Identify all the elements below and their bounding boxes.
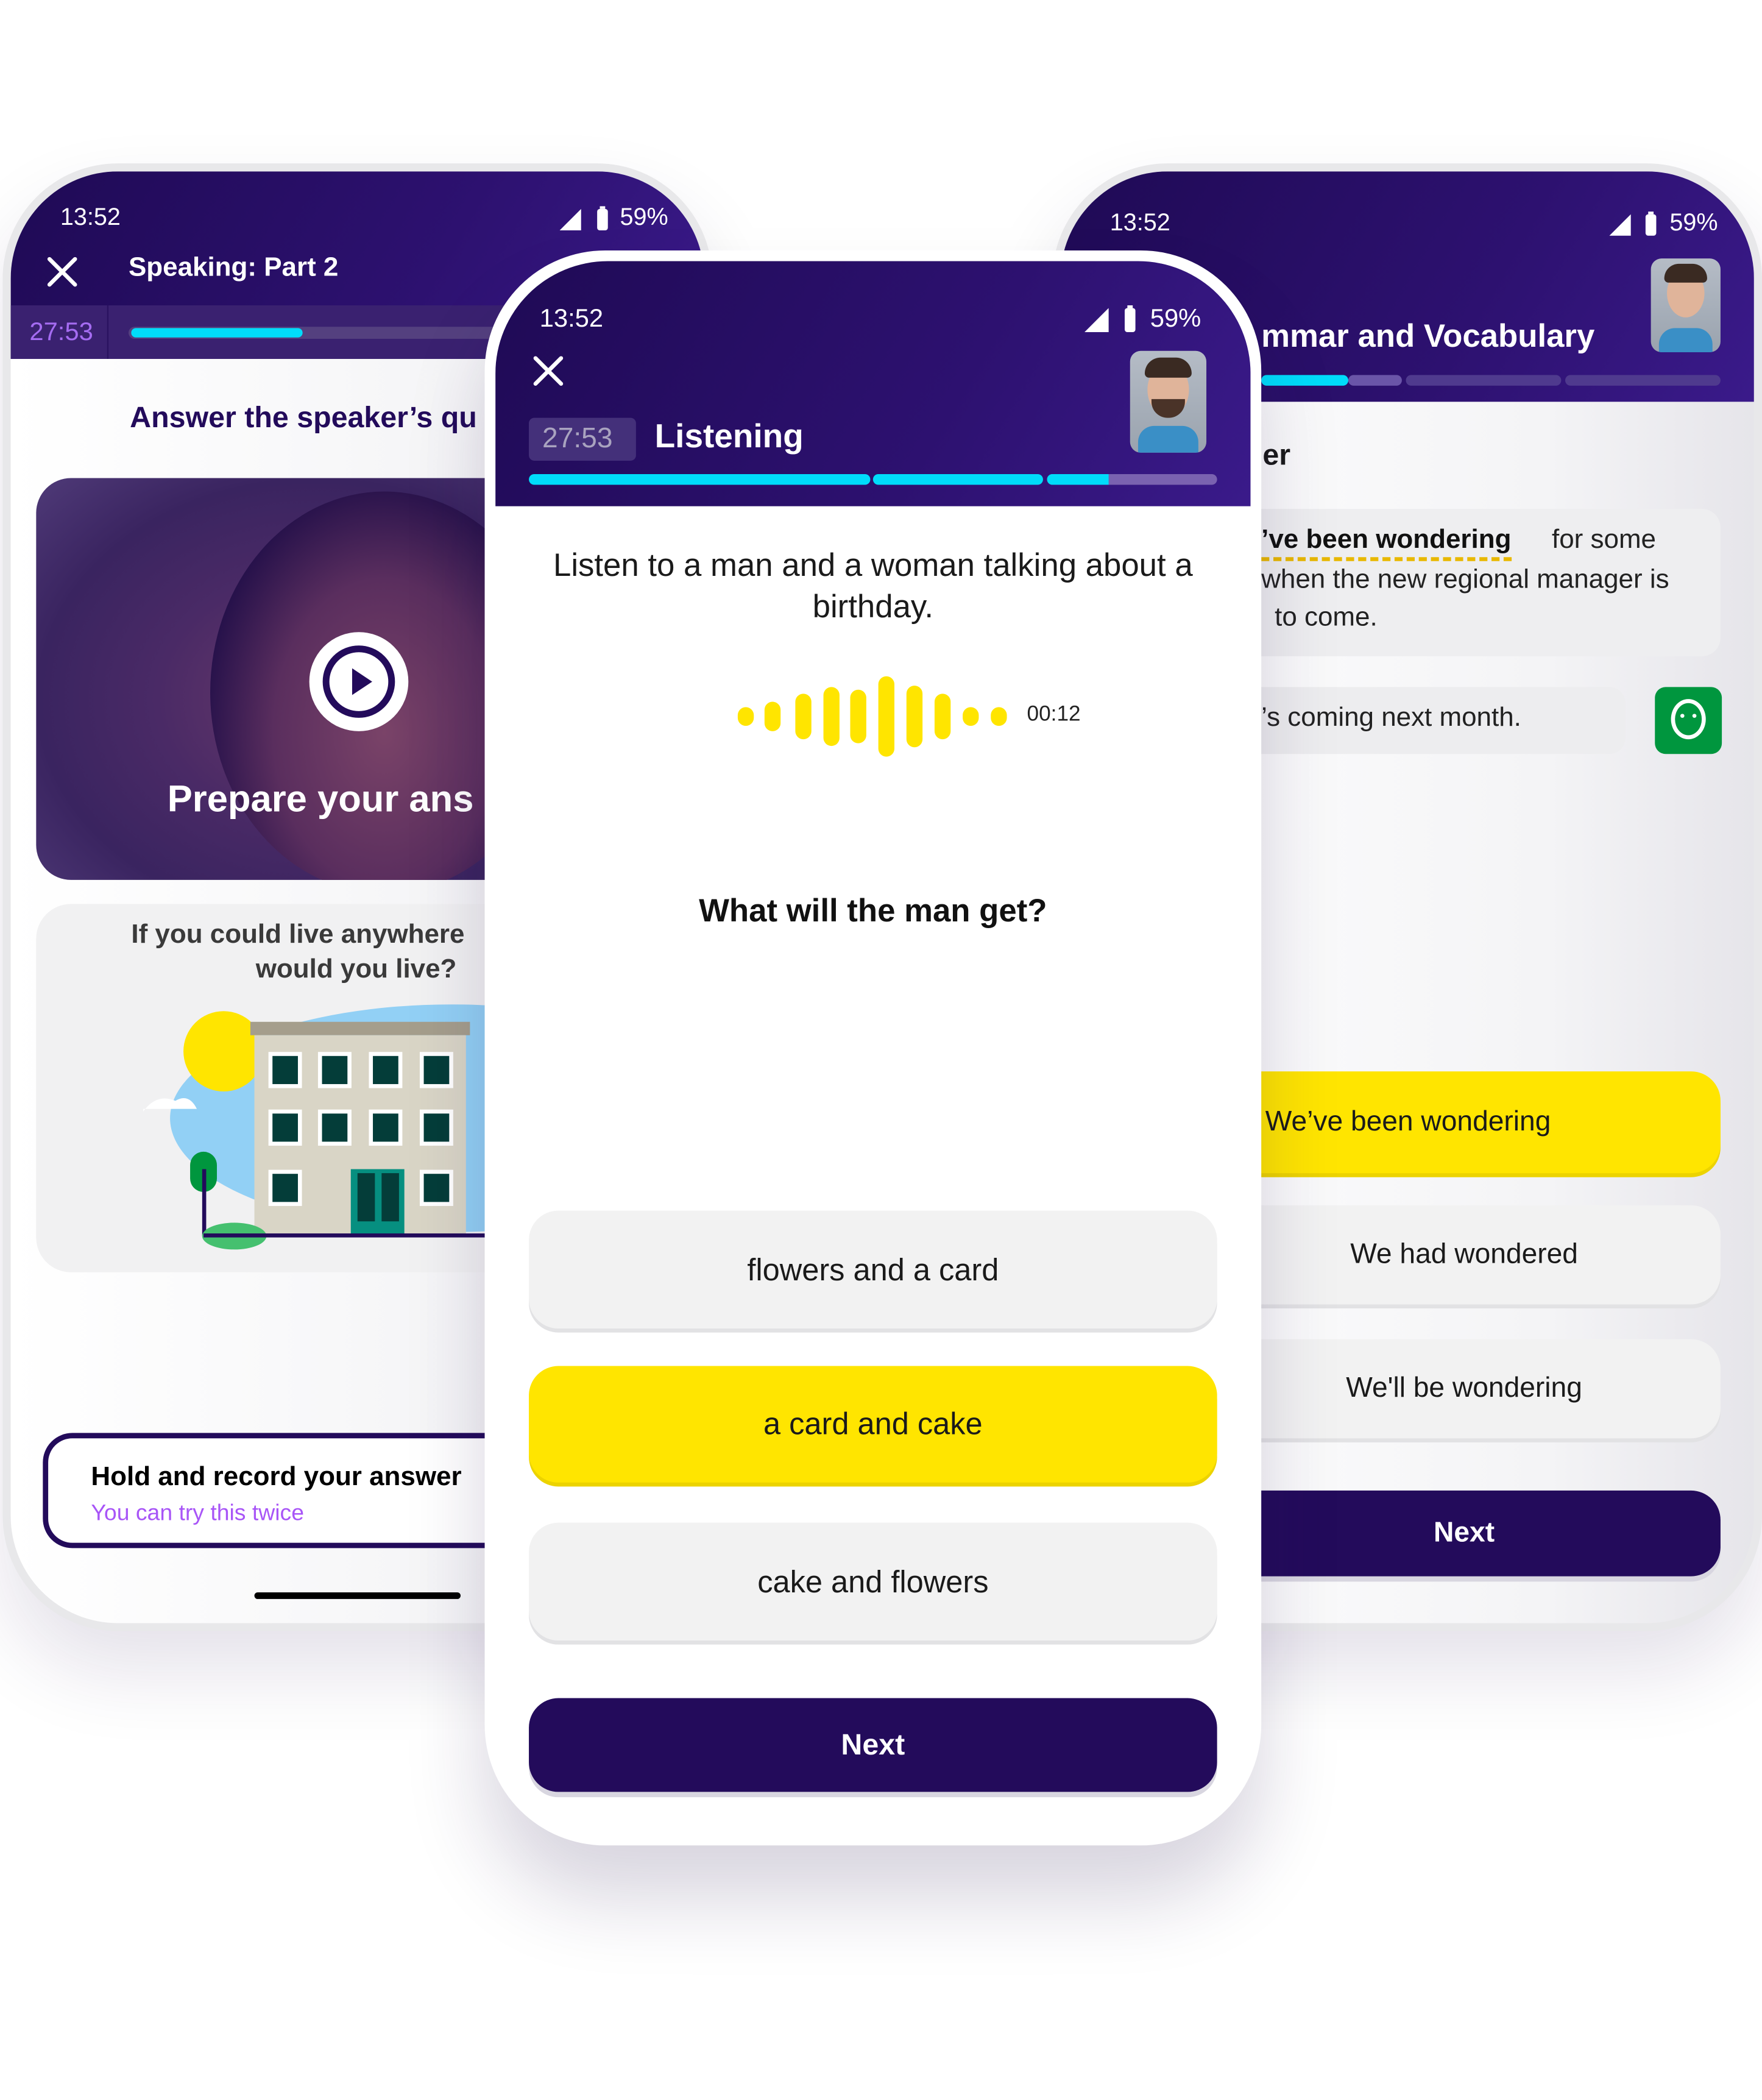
prompt-card: ’ve been wondering for some when the new… [1234, 509, 1721, 656]
progress-segment [1047, 474, 1217, 485]
question-line-1: If you could live anywhere [131, 920, 465, 950]
answer-option[interactable]: a card and cake [529, 1366, 1217, 1483]
home-indicator[interactable] [254, 1592, 461, 1599]
user-avatar-icon [1655, 687, 1722, 754]
building-illustration [143, 1004, 532, 1250]
progress-segment [872, 474, 1043, 485]
timer: 27:53 [542, 423, 613, 454]
question-line-2: would you live? [255, 954, 457, 985]
next-button[interactable]: Next [1208, 1490, 1721, 1577]
section-heading: er [1262, 438, 1291, 472]
close-icon[interactable] [533, 355, 565, 387]
page-title: Listening [654, 417, 804, 456]
reply-text: ’s coming next month. [1261, 703, 1521, 733]
battery-icon [597, 206, 608, 230]
record-title: Hold and record your answer [91, 1462, 462, 1492]
instruction: Listen to a man and a woman talking abou… [553, 547, 1193, 626]
wave-bar [934, 693, 951, 740]
listening-phone: 13:52 59% 27:53 Listening Listen to a ma… [484, 250, 1262, 1846]
reply-bubble: ’s coming next month. [1234, 687, 1626, 754]
wave-bar [878, 676, 894, 757]
close-icon[interactable] [47, 256, 79, 288]
prompt-text: when the new regional manager is [1261, 565, 1669, 595]
wave-bar [737, 707, 754, 726]
answer-option[interactable]: We’ve been wondering [1208, 1071, 1721, 1174]
video-caption: Prepare your ans [167, 778, 474, 820]
wave-bar [906, 686, 923, 748]
wave-bar [963, 707, 979, 726]
wave-bar [850, 689, 866, 743]
prompt-text: to come. [1275, 602, 1378, 633]
battery-icon [1645, 211, 1657, 236]
status-time: 13:52 [60, 204, 121, 230]
progress-segment [1406, 375, 1562, 386]
signal-icon [1084, 308, 1109, 333]
next-label: Next [1434, 1517, 1495, 1548]
wave-bar [823, 687, 840, 747]
signal-icon [1609, 214, 1631, 236]
page-title: mmar and Vocabulary [1261, 319, 1595, 355]
answer-option[interactable]: flowers and a card [529, 1210, 1217, 1329]
option-label: flowers and a card [747, 1251, 999, 1286]
wave-bar [795, 693, 812, 740]
instruction: Answer the speaker’s qu [130, 400, 477, 435]
answer-option[interactable]: cake and flowers [529, 1522, 1217, 1641]
progress-segment [1348, 375, 1402, 386]
battery-icon [1124, 305, 1136, 333]
option-label: cake and flowers [757, 1563, 989, 1598]
progress-fill [131, 328, 303, 338]
question-card: If you could live anywhere would you liv… [36, 904, 545, 1272]
listening-header: 13:52 59% 27:53 Listening [495, 261, 1251, 506]
battery-level: 59% [1150, 305, 1201, 334]
status-time: 13:52 [1109, 208, 1170, 236]
divider [107, 305, 109, 359]
option-label: We'll be wondering [1346, 1372, 1582, 1404]
wave-bar [991, 707, 1007, 726]
battery-level: 59% [620, 204, 668, 230]
audio-time: 00:12 [1027, 703, 1081, 726]
tutor-avatar [1651, 258, 1721, 352]
page-title: Speaking: Part 2 [128, 253, 339, 283]
timer-badge: 27:53 [529, 417, 636, 461]
battery-level: 59% [1669, 208, 1718, 236]
listening-screen: 13:52 59% 27:53 Listening Listen to a ma… [495, 261, 1251, 1835]
tutor-avatar [1130, 350, 1207, 453]
progress-segment [1565, 375, 1721, 386]
wave-bar [764, 701, 781, 731]
progress-segment [1261, 375, 1348, 386]
status-time: 13:52 [539, 305, 604, 334]
answer-option[interactable]: We'll be wondering [1208, 1339, 1721, 1439]
option-label: a card and cake [763, 1406, 983, 1441]
play-icon[interactable] [309, 632, 409, 731]
gap-answer: ’ve been wondering [1261, 525, 1512, 561]
speaker-video[interactable]: Prepare your ans [36, 478, 545, 880]
option-label: We had wondered [1350, 1238, 1578, 1270]
progress-fill [1047, 474, 1109, 485]
prompt-text: for some [1552, 525, 1657, 555]
next-button[interactable]: Next [529, 1698, 1217, 1792]
progress-segment [529, 474, 871, 485]
record-hint: You can try this twice [91, 1500, 304, 1526]
audio-waveform[interactable]: 00:12 [723, 673, 1098, 759]
signal-icon [559, 208, 581, 230]
option-label: We’ve been wondering [1265, 1106, 1551, 1137]
answer-option[interactable]: We had wondered [1208, 1205, 1721, 1305]
question: What will the man get? [699, 893, 1047, 930]
next-label: Next [841, 1727, 905, 1761]
timer: 27:53 [29, 319, 93, 347]
